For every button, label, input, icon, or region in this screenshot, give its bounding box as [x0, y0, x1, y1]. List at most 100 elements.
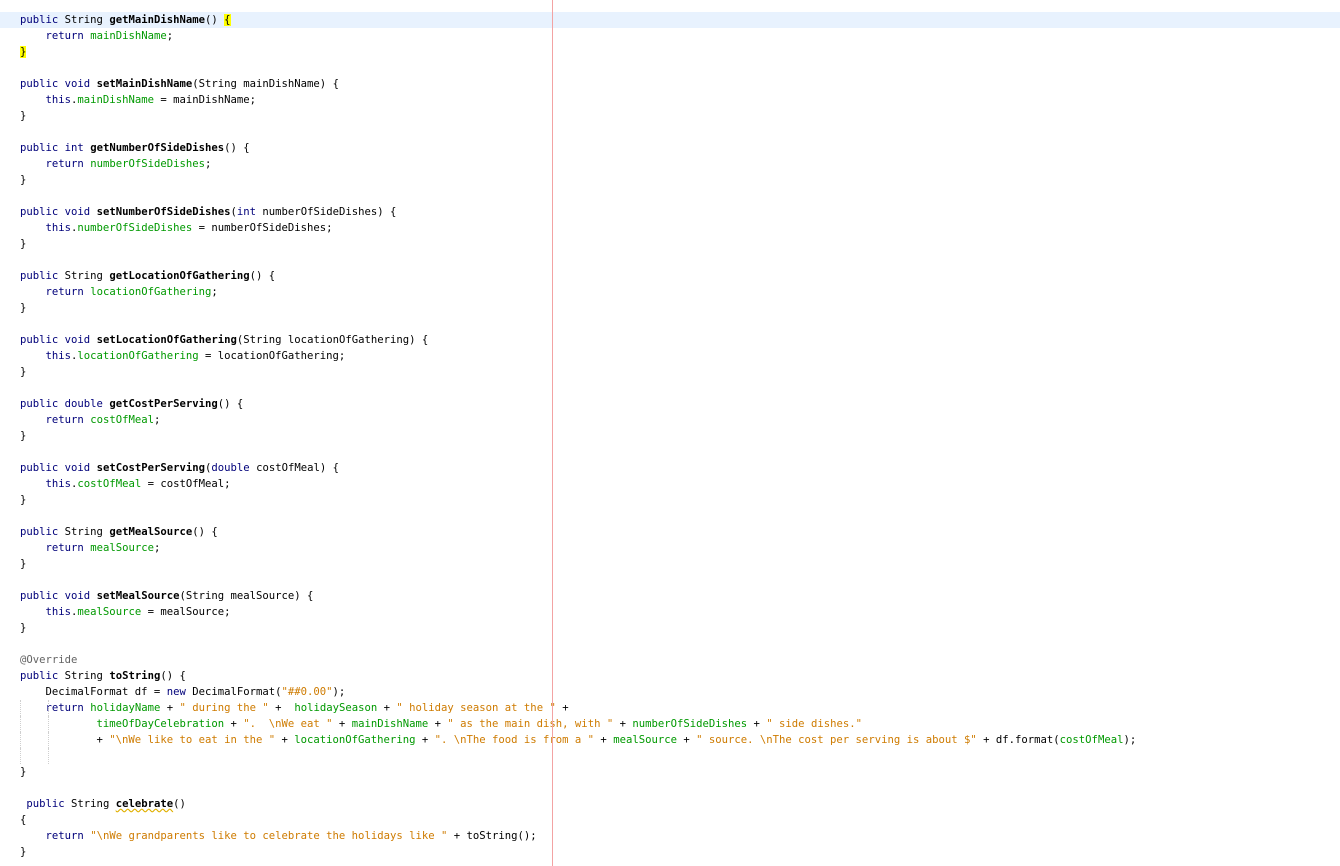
code-line[interactable]: this.mainDishName = mainDishName; — [0, 92, 1340, 108]
code-token: ; — [166, 30, 174, 42]
code-line[interactable]: } — [0, 236, 1340, 252]
code-token: ; — [211, 286, 218, 298]
code-token: setMealSource — [96, 590, 180, 602]
code-line[interactable]: public int getNumberOfSideDishes() { — [0, 140, 1340, 156]
code-line[interactable]: public String getLocationOfGathering() { — [0, 268, 1340, 284]
code-token: ); — [1123, 734, 1137, 746]
print-margin-line — [552, 0, 553, 866]
code-line[interactable]: return "\nWe grandparents like to celebr… — [0, 828, 1340, 844]
code-token: " side dishes." — [766, 718, 862, 730]
code-token: + — [268, 702, 295, 714]
code-line[interactable]: } — [0, 844, 1340, 860]
code-token: timeOfDayCelebration — [96, 718, 225, 730]
code-line[interactable]: DecimalFormat df = new DecimalFormat("##… — [0, 684, 1340, 700]
code-line[interactable] — [0, 748, 1340, 764]
code-line[interactable]: public String toString() { — [0, 668, 1340, 684]
code-line[interactable]: timeOfDayCelebration + ". \nWe eat " + m… — [0, 716, 1340, 732]
code-token: } — [20, 238, 27, 250]
code-line[interactable] — [0, 316, 1340, 332]
code-line[interactable] — [0, 444, 1340, 460]
code-token: holidayName — [90, 702, 161, 714]
code-line[interactable]: public void setCostPerServing(double cos… — [0, 460, 1340, 476]
code-line[interactable]: return numberOfSideDishes; — [0, 156, 1340, 172]
code-token: setNumberOfSideDishes — [96, 206, 231, 218]
code-line[interactable] — [0, 252, 1340, 268]
code-token: public — [20, 142, 59, 154]
code-token: () { — [192, 526, 218, 538]
code-token: " during the " — [179, 702, 269, 714]
code-line[interactable]: public String celebrate() — [0, 796, 1340, 812]
code-token: toString — [109, 670, 161, 682]
code-token: (String mainDishName) { — [192, 78, 339, 90]
code-line[interactable]: } — [0, 108, 1340, 124]
indent-guide — [20, 748, 21, 764]
code-line[interactable]: } — [0, 492, 1340, 508]
code-line[interactable]: } — [0, 44, 1340, 60]
code-token: ); — [332, 686, 346, 698]
code-line[interactable] — [0, 380, 1340, 396]
code-token: int — [236, 206, 257, 218]
code-line[interactable] — [0, 60, 1340, 76]
code-line[interactable] — [0, 572, 1340, 588]
code-line[interactable] — [0, 780, 1340, 796]
code-line[interactable]: return mealSource; — [0, 540, 1340, 556]
code-line[interactable]: this.costOfMeal = costOfMeal; — [0, 476, 1340, 492]
indent-guide — [48, 700, 49, 716]
code-line[interactable] — [0, 508, 1340, 524]
code-line[interactable]: @Override — [0, 652, 1340, 668]
code-line[interactable]: return mainDishName; — [0, 28, 1340, 44]
code-line[interactable]: this.numberOfSideDishes = numberOfSideDi… — [0, 220, 1340, 236]
code-line[interactable]: } — [0, 364, 1340, 380]
code-editor[interactable]: public String getMainDishName() { return… — [0, 12, 1340, 860]
code-line[interactable]: this.locationOfGathering = locationOfGat… — [0, 348, 1340, 364]
code-line[interactable]: } — [0, 556, 1340, 572]
code-token: setCostPerServing — [96, 462, 206, 474]
code-line[interactable]: } — [0, 300, 1340, 316]
code-token: getMainDishName — [109, 14, 205, 26]
code-token: () — [204, 14, 225, 26]
code-token: getLocationOfGathering — [109, 270, 250, 282]
code-token: ; — [205, 158, 212, 170]
code-token: this — [45, 350, 72, 362]
code-token: } — [20, 302, 27, 314]
code-token: } — [20, 622, 27, 634]
code-line[interactable]: { — [0, 812, 1340, 828]
indent-guide — [48, 716, 49, 732]
code-line[interactable] — [0, 636, 1340, 652]
code-line[interactable]: } — [0, 764, 1340, 780]
code-token: = numberOfSideDishes; — [192, 222, 333, 234]
code-line[interactable]: return holidayName + " during the " + ho… — [0, 700, 1340, 716]
code-line[interactable]: return locationOfGathering; — [0, 284, 1340, 300]
code-token: getCostPerServing — [109, 398, 218, 410]
code-line[interactable]: } — [0, 428, 1340, 444]
code-token: return — [45, 30, 84, 42]
code-line[interactable]: + "\nWe like to eat in the " + locationO… — [0, 732, 1340, 748]
code-line[interactable]: } — [0, 172, 1340, 188]
code-line[interactable]: public void setMainDishName(String mainD… — [0, 76, 1340, 92]
code-line[interactable]: public void setMealSource(String mealSou… — [0, 588, 1340, 604]
code-line[interactable] — [0, 188, 1340, 204]
code-token: @Override — [20, 654, 78, 666]
code-line[interactable]: return costOfMeal; — [0, 412, 1340, 428]
code-token: = mainDishName; — [153, 94, 257, 106]
code-token: costOfMeal — [77, 478, 142, 490]
code-line[interactable]: } — [0, 620, 1340, 636]
code-token: } — [20, 46, 27, 58]
code-line[interactable]: public void setLocationOfGathering(Strin… — [0, 332, 1340, 348]
code-line[interactable]: public void setNumberOfSideDishes(int nu… — [0, 204, 1340, 220]
code-token: () { — [249, 270, 276, 282]
code-line[interactable]: public String getMainDishName() { — [0, 12, 1340, 28]
code-token: { — [224, 14, 231, 26]
code-token: { — [20, 814, 27, 826]
code-token: } — [20, 430, 27, 442]
code-line[interactable]: public double getCostPerServing() { — [0, 396, 1340, 412]
code-line[interactable]: public String getMealSource() { — [0, 524, 1340, 540]
code-token: numberOfSideDishes) { — [256, 206, 397, 218]
code-line[interactable] — [0, 124, 1340, 140]
code-line[interactable]: this.mealSource = mealSource; — [0, 604, 1340, 620]
